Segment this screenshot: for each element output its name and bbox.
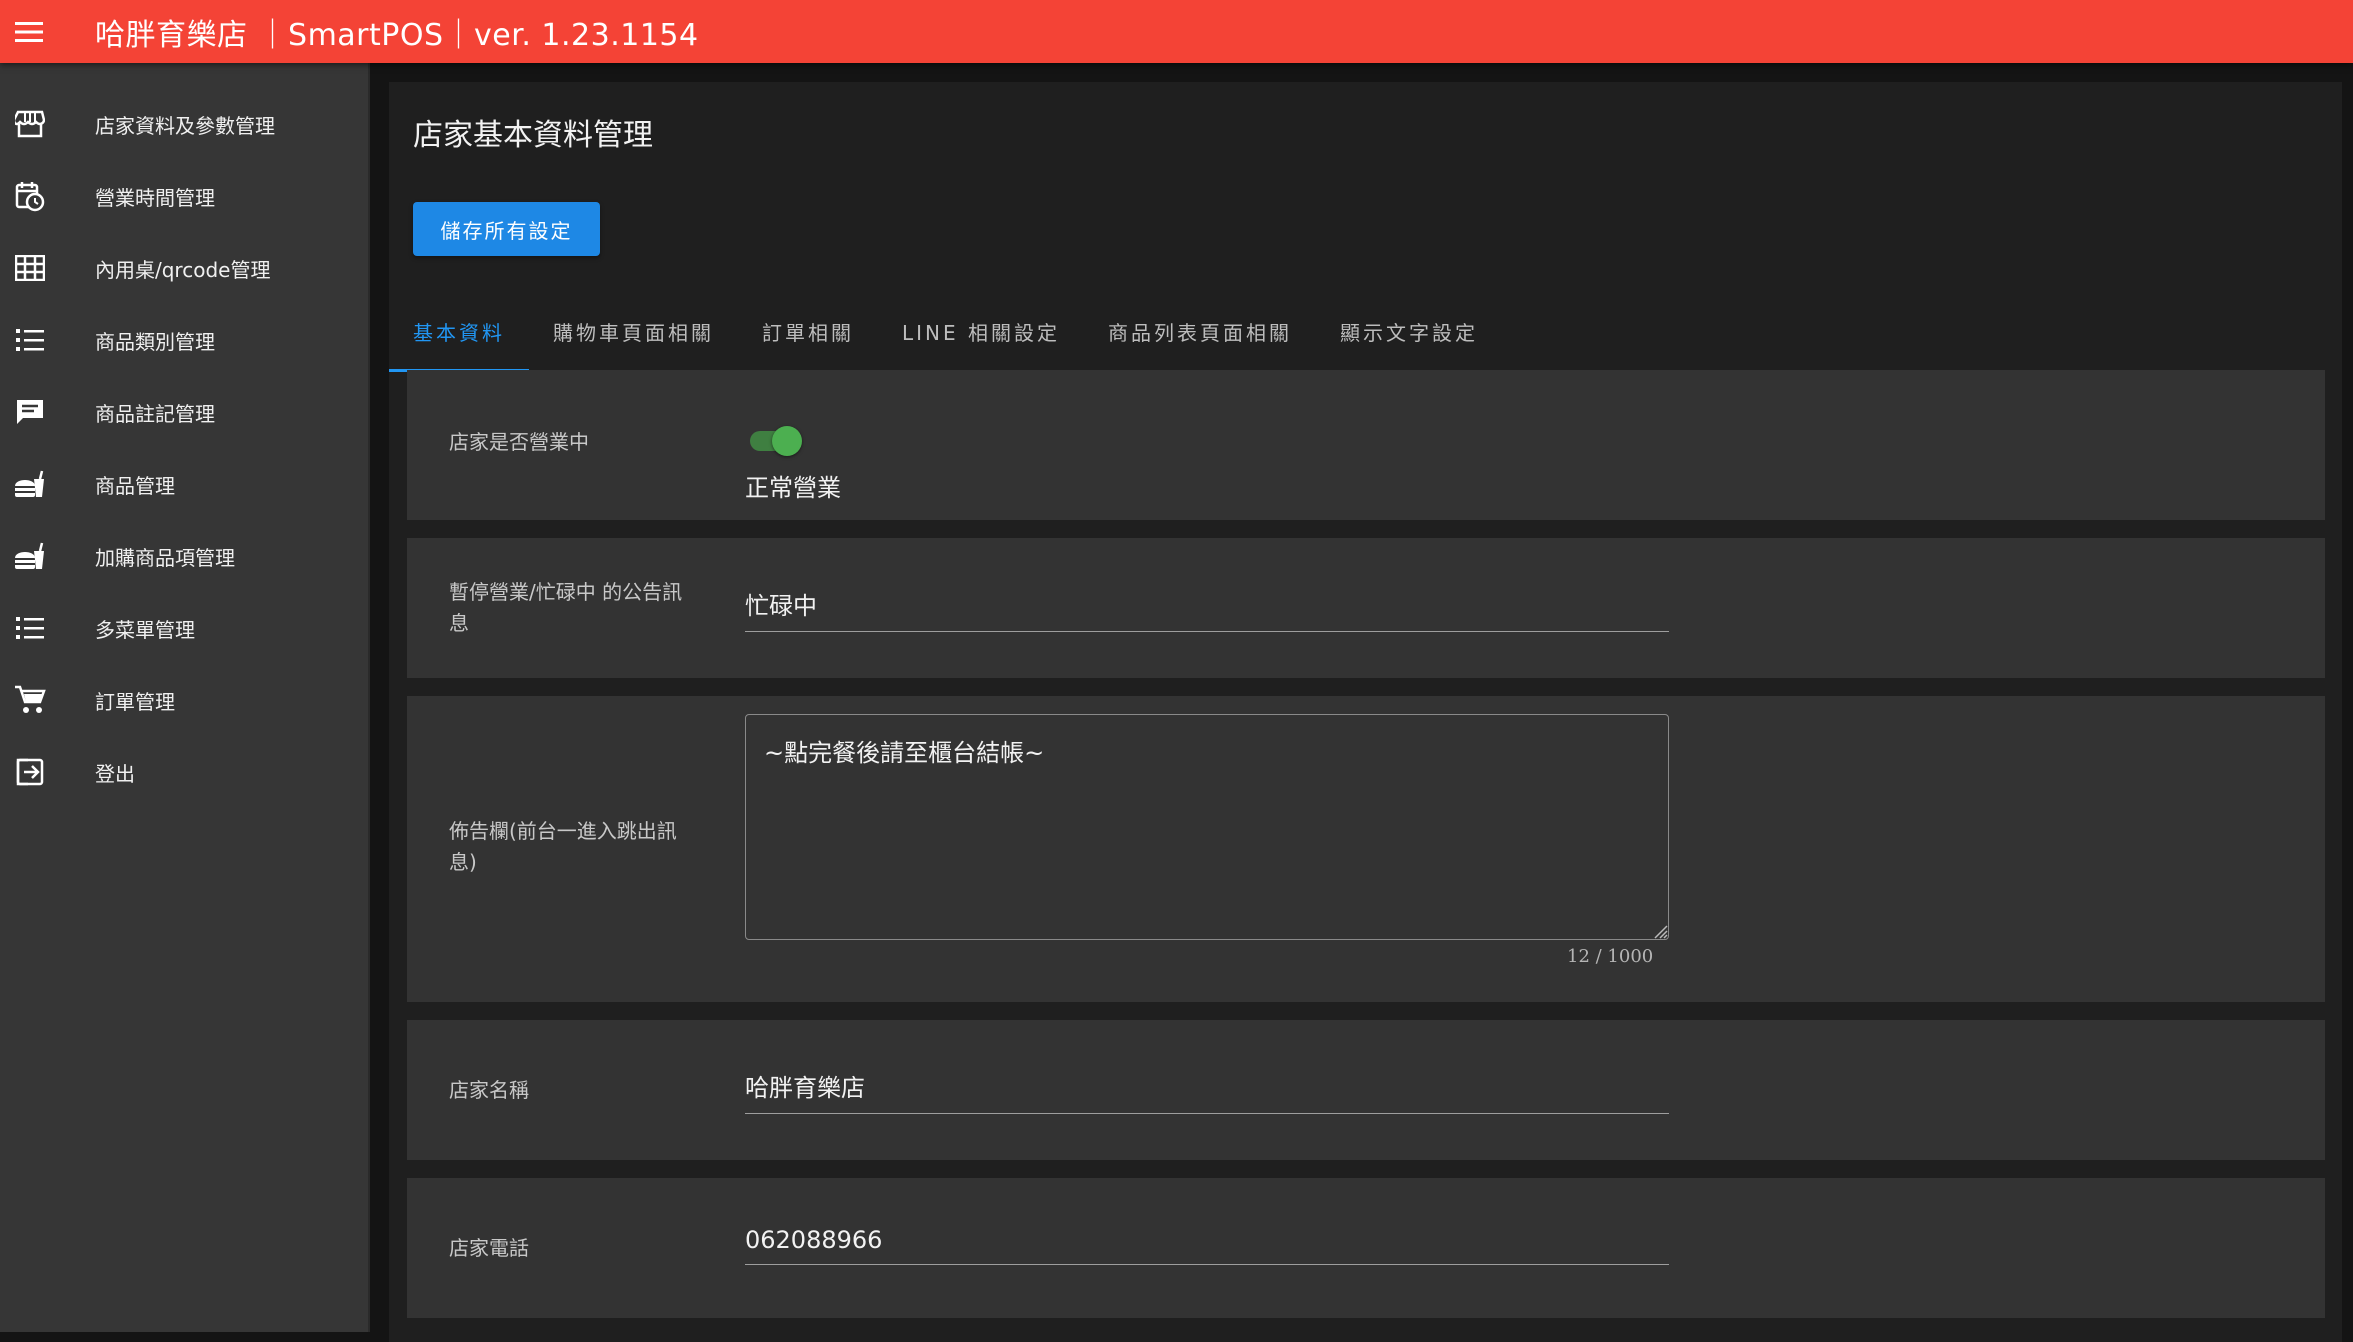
list-icon	[0, 304, 60, 376]
sidebar-item-products[interactable]: 商品管理	[0, 448, 368, 520]
bulletin-textarea[interactable]: ~點完餐後請至櫃台結帳~	[745, 714, 1669, 940]
pause-message-label: 暫停營業/忙碌中 的公告訊息	[449, 580, 683, 635]
sidebar-item-multi-menu[interactable]: 多菜單管理	[0, 592, 368, 664]
resize-grip-icon[interactable]	[1651, 922, 1669, 940]
tab-display-text[interactable]: 顯示文字設定	[1316, 290, 1502, 372]
food-drink-icon	[0, 448, 60, 520]
tab-bar: 基本資料 購物車頁面相關 訂單相關 LINE 相關設定 商品列表頁面相關 顯示文…	[389, 290, 1502, 372]
open-status-text: 正常營業	[745, 474, 841, 502]
open-status-row: 店家是否營業中 正常營業	[407, 370, 2325, 520]
pause-message-row: 暫停營業/忙碌中 的公告訊息 忙碌中	[407, 538, 2325, 678]
sidebar-item-orders[interactable]: 訂單管理	[0, 664, 368, 736]
sidebar-item-addon-products[interactable]: 加購商品項管理	[0, 520, 368, 592]
food-drink-icon	[0, 520, 60, 592]
save-all-button[interactable]: 儲存所有設定	[413, 202, 600, 256]
open-status-label: 店家是否營業中	[449, 430, 589, 454]
store-name-label: 店家名稱	[449, 1078, 529, 1102]
sidebar-item-label: 商品類別管理	[95, 329, 215, 354]
sidebar-item-product-categories[interactable]: 商品類別管理	[0, 304, 368, 376]
open-status-toggle[interactable]	[746, 422, 802, 456]
sidebar-item-store-settings[interactable]: 店家資料及參數管理	[0, 88, 368, 160]
store-name-input[interactable]: 哈胖育樂店	[745, 1068, 1669, 1114]
store-phone-row: 店家電話 062088966	[407, 1178, 2325, 1318]
sidebar-item-label: 多菜單管理	[95, 617, 195, 642]
top-app-bar: 哈胖育樂店 ｜SmartPOS｜ver. 1.23.1154	[0, 0, 2353, 63]
sidebar-item-product-notes[interactable]: 商品註記管理	[0, 376, 368, 448]
logout-icon	[0, 736, 60, 808]
store-phone-label: 店家電話	[449, 1236, 529, 1260]
store-name-row: 店家名稱 哈胖育樂店	[407, 1020, 2325, 1160]
pause-message-input[interactable]: 忙碌中	[745, 586, 1669, 632]
sidebar-item-label: 店家資料及參數管理	[95, 113, 275, 138]
tab-cart-page[interactable]: 購物車頁面相關	[529, 290, 738, 372]
table-grid-icon	[0, 232, 60, 304]
sidebar-item-label: 登出	[95, 761, 135, 786]
tab-product-list-page[interactable]: 商品列表頁面相關	[1084, 290, 1316, 372]
calendar-clock-icon	[0, 160, 60, 232]
sidebar-item-tables-qrcode[interactable]: 內用桌/qrcode管理	[0, 232, 368, 304]
sidebar-item-logout[interactable]: 登出	[0, 736, 368, 808]
comment-text-icon	[0, 376, 60, 448]
storefront-icon	[0, 88, 60, 160]
tab-basic-info[interactable]: 基本資料	[389, 290, 529, 372]
bulletin-row: 佈告欄(前台一進入跳出訊息) ~點完餐後請至櫃台結帳~ 12 / 1000	[407, 696, 2325, 1002]
app-title: 哈胖育樂店 ｜SmartPOS｜ver. 1.23.1154	[95, 17, 699, 53]
sidebar-item-label: 商品註記管理	[95, 401, 215, 426]
sidebar-item-business-hours[interactable]: 營業時間管理	[0, 160, 368, 232]
tab-orders[interactable]: 訂單相關	[738, 290, 878, 372]
sidebar-item-label: 內用桌/qrcode管理	[95, 257, 271, 282]
sidebar-item-label: 營業時間管理	[95, 185, 215, 210]
sidebar-item-label: 商品管理	[95, 473, 175, 498]
sidebar-item-label: 加購商品項管理	[95, 545, 235, 570]
sidebar-nav: 店家資料及參數管理 營業時間管理 內用桌/qrcode管理 商品類別管理 商品註…	[0, 63, 370, 1332]
store-phone-input[interactable]: 062088966	[745, 1226, 1669, 1265]
sidebar-item-label: 訂單管理	[95, 689, 175, 714]
bulletin-label: 佈告欄(前台一進入跳出訊息)	[449, 819, 677, 874]
char-counter: 12 / 1000	[1567, 946, 1654, 967]
list-icon	[0, 592, 60, 664]
hamburger-menu-icon[interactable]	[0, 0, 58, 63]
main-panel: 店家基本資料管理 儲存所有設定 基本資料 購物車頁面相關 訂單相關 LINE 相…	[389, 82, 2342, 1342]
cart-icon	[0, 664, 60, 736]
page-title: 店家基本資料管理	[413, 118, 653, 153]
tab-line-settings[interactable]: LINE 相關設定	[878, 290, 1084, 372]
